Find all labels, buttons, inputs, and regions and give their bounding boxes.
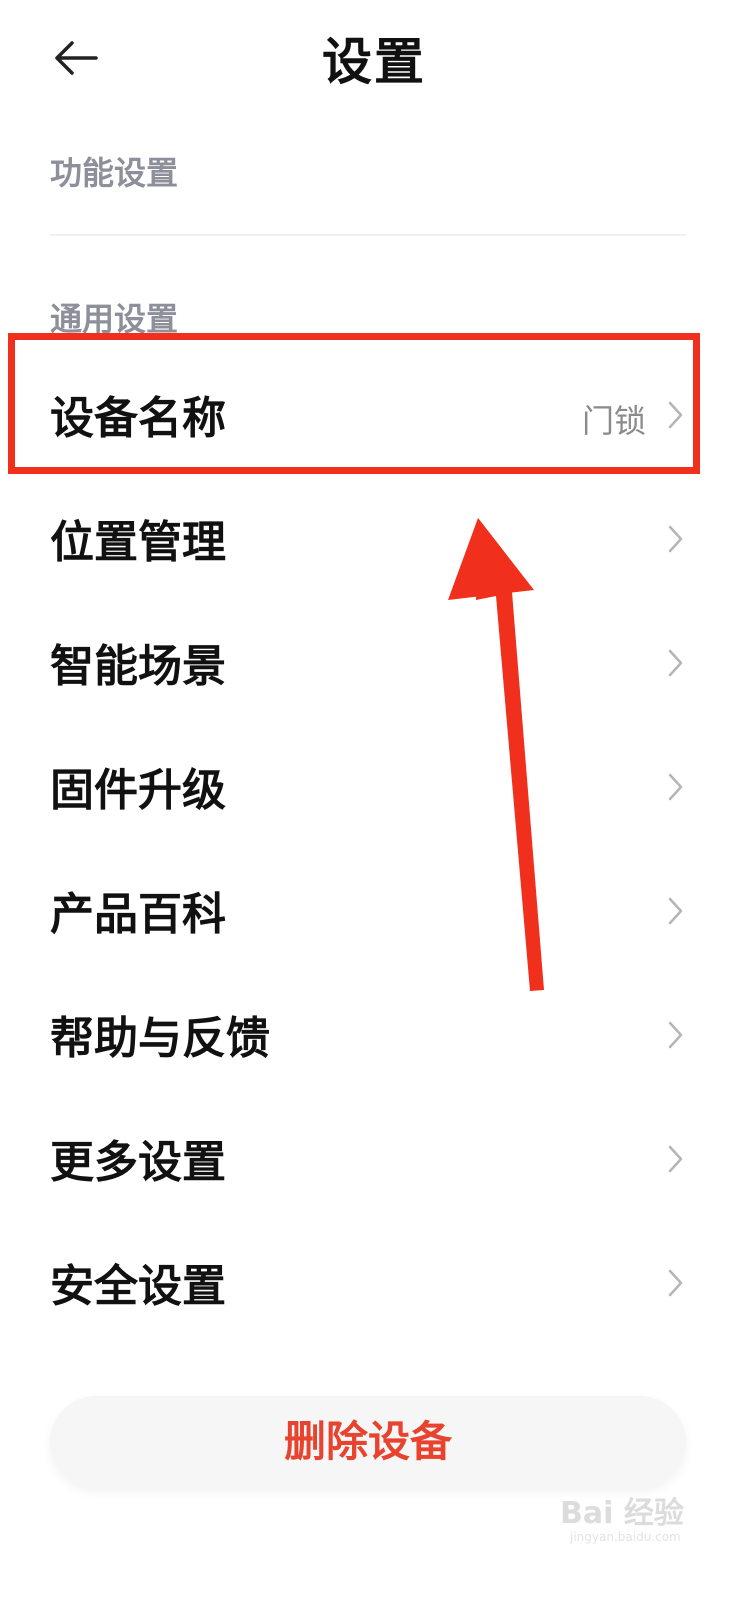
divider [50,234,686,236]
delete-device-button[interactable]: 删除设备 [50,1396,686,1488]
watermark-site: jingyan.baidu.com [570,1530,681,1544]
chevron-right-icon [668,897,683,925]
row-label: 更多设置 [50,1137,226,1188]
highlight-box [8,333,700,474]
settings-row-firmware[interactable]: 固件升级 [0,724,748,848]
row-label: 智能场景 [50,641,226,692]
row-label: 位置管理 [50,517,226,568]
chevron-right-icon [668,1021,683,1049]
settings-row-product-wiki[interactable]: 产品百科 [0,848,748,972]
chevron-right-icon [668,1145,683,1173]
chevron-right-icon [668,1269,683,1297]
settings-row-help-feedback[interactable]: 帮助与反馈 [0,972,748,1096]
baidu-jingyan-watermark: Bai 经验 jingyan.baidu.com [560,1488,740,1548]
watermark-logo-text: Bai 经验 [560,1496,684,1531]
chevron-right-icon [668,649,683,677]
row-label: 固件升级 [50,765,226,816]
chevron-right-icon [668,773,683,801]
chevron-right-icon [668,525,683,553]
row-label: 帮助与反馈 [50,1013,270,1064]
section-label-function: 功能设置 [50,154,179,192]
row-label: 安全设置 [50,1261,226,1312]
page-title: 设置 [322,33,426,91]
settings-row-security[interactable]: 安全设置 [0,1220,748,1344]
row-label: 产品百科 [50,889,226,940]
settings-row-location[interactable]: 位置管理 [0,476,748,600]
settings-row-more-settings[interactable]: 更多设置 [0,1096,748,1220]
settings-row-scenes[interactable]: 智能场景 [0,600,748,724]
header-bar: 设置 [0,0,748,120]
